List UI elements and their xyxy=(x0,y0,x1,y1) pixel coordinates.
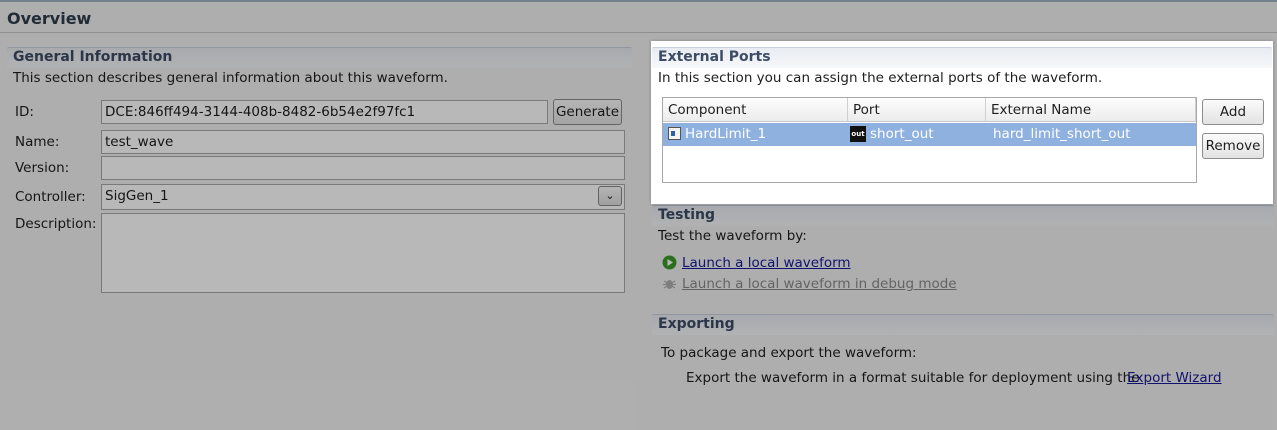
controller-combo[interactable]: SigGen_1 ⌄ xyxy=(101,184,625,210)
cell-port: out short_out xyxy=(850,123,980,146)
external-ports-description: In this section you can assign the exter… xyxy=(658,70,1103,86)
general-section-title: General Information xyxy=(13,49,173,65)
general-section-description: This section describes general informati… xyxy=(13,70,448,86)
testing-section-title: Testing xyxy=(658,207,715,223)
name-label: Name: xyxy=(15,134,60,150)
play-icon xyxy=(662,255,677,270)
exporting-section-title: Exporting xyxy=(658,316,735,332)
page-title: Overview xyxy=(7,9,92,28)
port-out-icon: out xyxy=(850,126,866,142)
description-field[interactable] xyxy=(101,213,625,293)
cell-component: HardLimit_1 xyxy=(685,126,767,142)
chevron-down-icon[interactable]: ⌄ xyxy=(598,186,622,206)
table-header: Component Port External Name xyxy=(663,98,1196,122)
remove-button[interactable]: Remove xyxy=(1202,133,1264,159)
testing-section-description: Test the waveform by: xyxy=(658,228,807,244)
testing-section-header xyxy=(652,205,1274,226)
add-button[interactable]: Add xyxy=(1202,99,1264,125)
generate-button[interactable]: Generate xyxy=(553,99,622,125)
export-instruction-text: Export the waveform in a format suitable… xyxy=(686,370,1140,386)
version-field[interactable] xyxy=(101,156,625,180)
component-icon xyxy=(668,127,681,140)
external-ports-section: External Ports In this section you can a… xyxy=(651,41,1273,204)
launch-debug-waveform-link[interactable]: Launch a local waveform in debug mode xyxy=(682,276,957,292)
controller-label: Controller: xyxy=(15,189,86,205)
version-label: Version: xyxy=(15,160,70,176)
column-header-port[interactable]: Port xyxy=(848,98,986,122)
launch-local-waveform-link[interactable]: Launch a local waveform xyxy=(682,255,851,271)
exporting-section-description: To package and export the waveform: xyxy=(661,345,917,361)
external-ports-table[interactable]: Component Port External Name HardLimit_1… xyxy=(662,97,1197,183)
column-header-external-name[interactable]: External Name xyxy=(986,98,1196,122)
cell-external-name: hard_limit_short_out xyxy=(993,126,1131,142)
id-field[interactable]: DCE:846ff494-3144-408b-8482-6b54e2f97fc1 xyxy=(101,100,548,124)
external-ports-title: External Ports xyxy=(658,49,771,65)
exporting-section-header xyxy=(652,314,1274,335)
column-header-component[interactable]: Component xyxy=(663,98,848,122)
overview-header: Overview xyxy=(0,0,1277,33)
cell-port-name: short_out xyxy=(870,126,934,142)
name-field[interactable]: test_wave xyxy=(101,130,625,154)
table-row[interactable]: HardLimit_1 out short_out hard_limit_sho… xyxy=(663,123,1196,146)
bug-icon xyxy=(663,280,676,289)
id-label: ID: xyxy=(15,104,34,120)
export-wizard-link[interactable]: Export Wizard xyxy=(1127,370,1222,386)
controller-value: SigGen_1 xyxy=(105,188,169,204)
description-label: Description: xyxy=(15,216,97,232)
